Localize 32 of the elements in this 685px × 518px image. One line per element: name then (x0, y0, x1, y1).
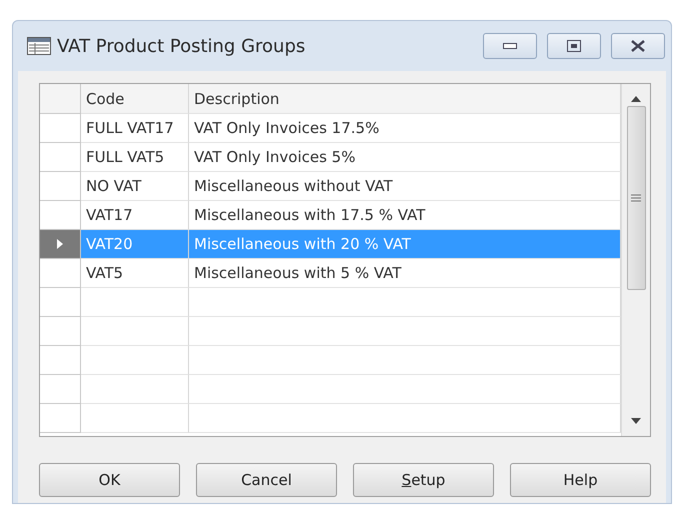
table-cell: VAT Only Invoices 17.5% (189, 114, 621, 143)
minimize-button[interactable] (483, 33, 537, 59)
table-cell: FULL VAT5 (81, 143, 189, 172)
table-cell: Miscellaneous with 17.5 % VAT (189, 201, 621, 230)
caret-icon (57, 239, 63, 249)
column-header[interactable]: Description (189, 84, 621, 114)
dialog-button[interactable]: Setup (353, 463, 494, 497)
table-cell: VAT20 (81, 230, 189, 259)
column-header[interactable]: Code (81, 84, 189, 114)
maximize-icon (567, 40, 581, 52)
table-cell: FULL VAT17 (81, 114, 189, 143)
dialog-button[interactable]: OK (39, 463, 180, 497)
close-button[interactable] (611, 33, 665, 59)
table-cell: Miscellaneous with 5 % VAT (189, 259, 621, 288)
dialog-button[interactable]: Help (510, 463, 651, 497)
table-cell: VAT Only Invoices 5% (189, 143, 621, 172)
minimize-icon (503, 43, 517, 49)
window-title: VAT Product Posting Groups (57, 36, 306, 56)
table-cell: VAT5 (81, 259, 189, 288)
table-cell: NO VAT (81, 172, 189, 201)
up-arrow-icon (631, 96, 641, 102)
vertical-scrollbar[interactable] (621, 84, 650, 436)
table-cell: VAT17 (81, 201, 189, 230)
table-icon (27, 37, 51, 55)
dialog-button[interactable]: Cancel (196, 463, 337, 497)
close-icon (630, 39, 646, 53)
scroll-thumb[interactable] (626, 106, 646, 290)
table-cell: Miscellaneous with 20 % VAT (189, 230, 621, 259)
down-arrow-icon (631, 418, 641, 424)
row-selector[interactable] (40, 230, 81, 259)
table-cell: Miscellaneous without VAT (189, 172, 621, 201)
maximize-button[interactable] (547, 33, 601, 59)
